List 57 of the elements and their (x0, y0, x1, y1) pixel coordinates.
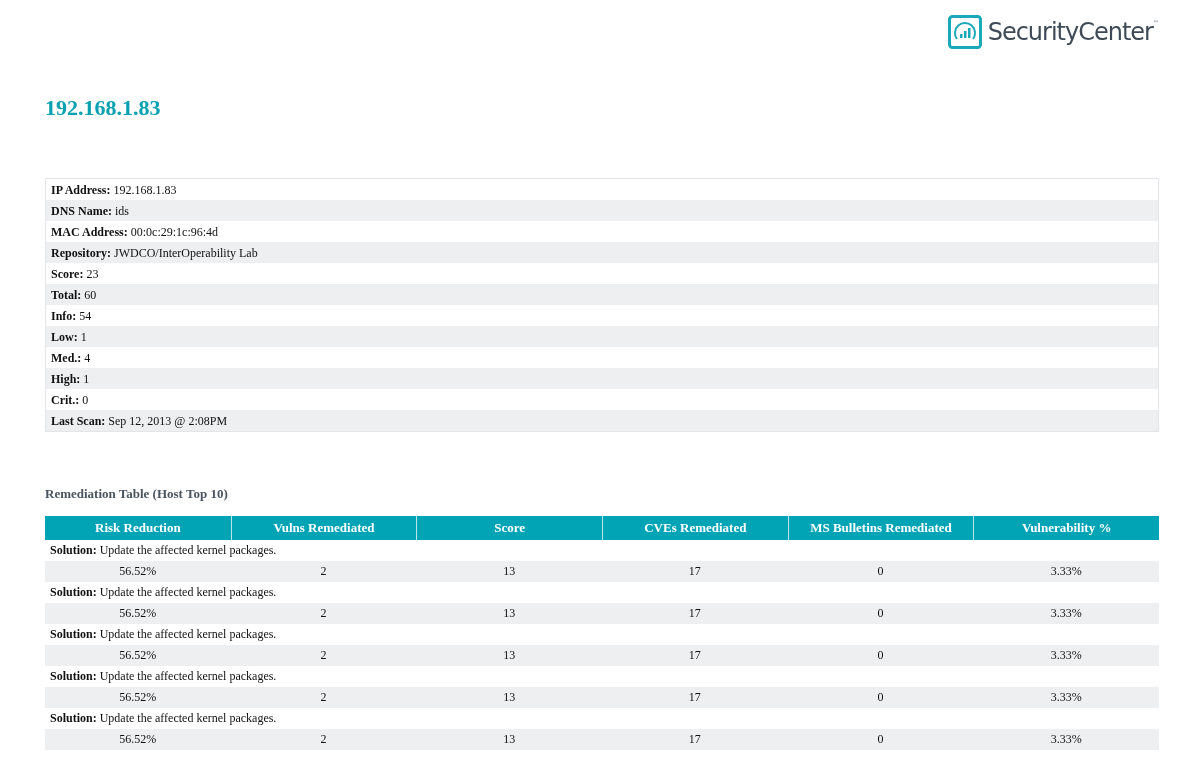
table-cell-text: 56.52% (118, 605, 158, 622)
table-cell-text: 56.52% (118, 563, 158, 580)
table-cell-text: 2 (319, 647, 328, 664)
logo-wordmark: SecurityCenter (987, 20, 1153, 44)
table-cell-text: 0 (876, 563, 885, 580)
column-header: MS Bulletins Remediated (787, 515, 974, 540)
solution-text: Solution: Update the affected kernel packages. (50, 668, 277, 685)
info-field: Info: 54 (51, 306, 92, 325)
solution-text: Solution: Update the affected kernel packages. (50, 584, 277, 601)
info-field: Crit.: 0 (51, 390, 89, 409)
info-field: Last Scan: Sep 12, 2013 @ 2:08PM (51, 411, 228, 430)
info-field: Low: 1 (51, 327, 87, 346)
host-title: 192.168.1.83 (45, 94, 161, 122)
logo-gauge-icon (947, 15, 982, 49)
table-cell-text: 13 (502, 689, 517, 706)
table-cell-text: 17 (687, 731, 702, 748)
column-header: CVEs Remediated (602, 515, 788, 540)
table-cell-text: 56.52% (118, 731, 158, 748)
column-header: Vulnerability % (973, 515, 1159, 540)
table-cell-text: 13 (502, 731, 517, 748)
info-field: Repository: JWDCO/InterOperability Lab (51, 243, 258, 262)
info-field: High: 1 (51, 369, 90, 388)
solution-text: Solution: Update the affected kernel packages. (50, 710, 277, 727)
table-cell-text: 2 (319, 605, 328, 622)
column-header: Score (416, 515, 602, 540)
info-field: IP Address: 192.168.1.83 (51, 180, 177, 199)
table-cell-text: 17 (687, 689, 702, 706)
table-cell-text: 0 (876, 605, 885, 622)
table-cell-text: 56.52% (118, 689, 158, 706)
table-cell-text: 13 (502, 605, 517, 622)
table-cell-text: 56.52% (118, 647, 158, 664)
table-cell-text: 17 (687, 563, 702, 580)
table-heading: Remediation Table (Host Top 10) (45, 485, 228, 503)
table-cell-text: 3.33% (1049, 689, 1083, 706)
table-cell-text: 2 (319, 731, 328, 748)
table-cell-text: 3.33% (1049, 563, 1083, 580)
table-cell-text: 2 (319, 689, 328, 706)
table-cell-text: 0 (876, 647, 885, 664)
table-cell-text: 13 (502, 647, 517, 664)
table-cell-text: 17 (687, 605, 702, 622)
info-field: Total: 60 (51, 285, 97, 304)
info-field: Score: 23 (51, 264, 99, 283)
table-cell-text: 17 (687, 647, 702, 664)
column-header: Risk Reduction (94, 518, 182, 537)
info-field: DNS Name: ids (51, 201, 129, 220)
solution-text: Solution: Update the affected kernel packages. (50, 542, 277, 559)
column-header: Vulns Remediated (230, 515, 417, 540)
table-cell-text: 13 (502, 563, 517, 580)
table-cell-text: 3.33% (1049, 731, 1083, 748)
table-cell-text: 0 (876, 731, 885, 748)
table-cell-text: 3.33% (1049, 647, 1083, 664)
table-cell-text: 2 (319, 563, 328, 580)
info-field: MAC Address: 00:0c:29:1c:96:4d (51, 222, 219, 241)
solution-text: Solution: Update the affected kernel packages. (50, 626, 277, 643)
info-field: Med.: 4 (51, 348, 91, 367)
table-cell-text: 0 (876, 689, 885, 706)
table-cell-text: 3.33% (1049, 605, 1083, 622)
